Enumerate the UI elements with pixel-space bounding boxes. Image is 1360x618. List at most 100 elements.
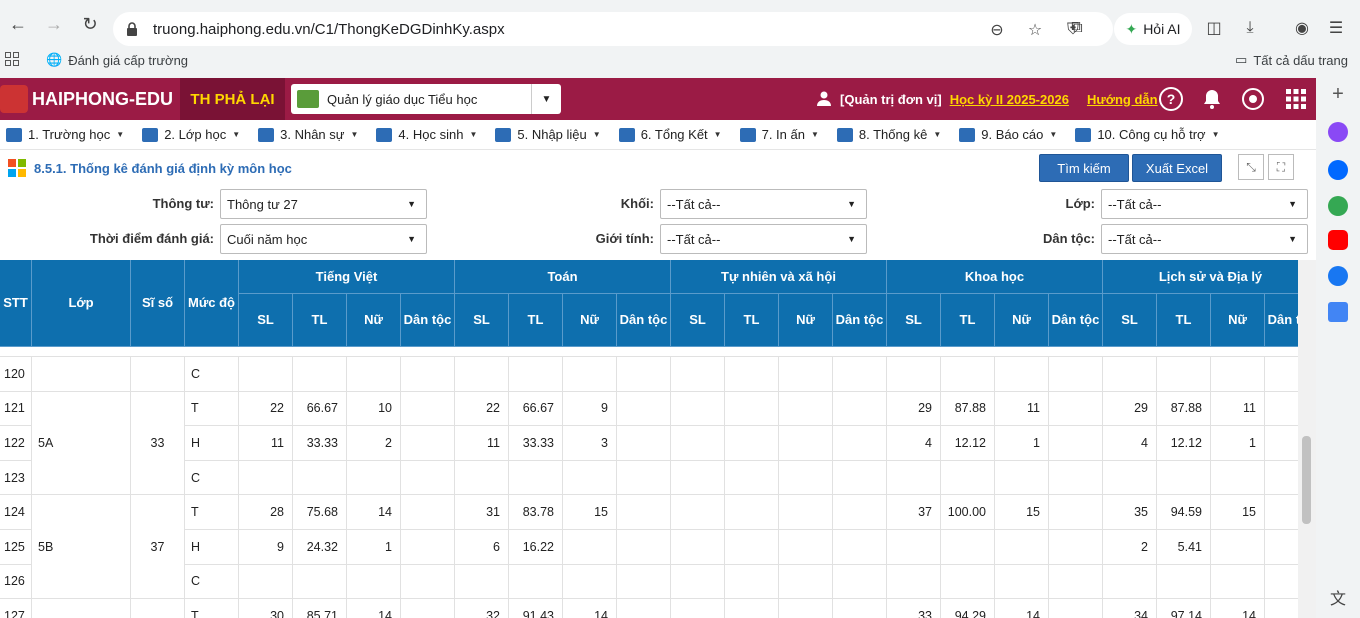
menu-nhan-su[interactable]: 3. Nhân sự ▼ <box>258 127 358 142</box>
chevron-down-icon[interactable]: ▼ <box>531 84 561 114</box>
bookmark-star-icon[interactable]: ☆ <box>1025 20 1045 40</box>
translate-app-icon[interactable] <box>1328 302 1348 322</box>
bell-icon[interactable] <box>1199 86 1225 112</box>
dashboard-icon[interactable] <box>1240 86 1266 112</box>
back-icon[interactable]: ← <box>6 12 30 36</box>
cell-value <box>239 460 293 496</box>
scrollbar-thumb[interactable] <box>1302 436 1311 524</box>
cell-value: 29 <box>1103 391 1157 427</box>
collapse-icon[interactable]: ⤡ <box>1238 154 1264 180</box>
cell-stt: 124 <box>0 495 32 530</box>
menu-thong-ke[interactable]: 8. Thống kê ▼ <box>836 127 941 142</box>
chevron-down-icon: ▼ <box>116 130 125 139</box>
youtube-icon[interactable] <box>1328 230 1348 250</box>
cell-value: 14 <box>1211 599 1265 618</box>
all-bookmarks[interactable]: ▭ Tất cả dấu trang <box>1235 52 1348 68</box>
chart-icon <box>836 127 853 142</box>
bookmark-item[interactable]: 🌐 Đánh giá cấp trường <box>46 52 188 68</box>
header-sub-3: Dân tộc <box>1265 294 1298 347</box>
search-button[interactable]: Tìm kiếm <box>1039 154 1129 182</box>
cell-value <box>401 530 455 565</box>
export-excel-button[interactable]: Xuất Excel <box>1132 154 1222 182</box>
cell-value <box>833 357 887 392</box>
cell-value <box>779 599 833 618</box>
fullscreen-icon[interactable]: ⛶ <box>1268 154 1294 180</box>
cell-lop <box>32 599 131 618</box>
menu-bao-cao[interactable]: 9. Báo cáo ▼ <box>959 127 1057 142</box>
menu-in-an[interactable]: 7. In ấn ▼ <box>739 127 819 142</box>
semester-link[interactable]: Học kỳ II 2025-2026 <box>950 92 1069 107</box>
cell-value <box>293 357 347 392</box>
apps-icon[interactable] <box>5 52 19 66</box>
cell-value <box>1211 530 1265 565</box>
menu-cong-cu[interactable]: 10. Công cụ hỗ trợ ▼ <box>1075 127 1220 142</box>
forward-icon[interactable]: → <box>42 12 66 36</box>
profile-icon[interactable]: ◉ <box>1290 16 1314 40</box>
cell-muc-do: C <box>185 357 239 392</box>
cell-value: 75.68 <box>293 495 347 530</box>
ask-ai-button[interactable]: ✦ Hỏi AI <box>1114 13 1192 45</box>
module-select[interactable]: Quản lý giáo dục Tiểu học ▼ <box>291 84 561 114</box>
cell-value: 66.67 <box>509 391 563 427</box>
cell-value: 2 <box>347 426 401 461</box>
zalo-icon[interactable] <box>1328 160 1348 180</box>
cell-value <box>563 530 617 565</box>
gioi-tinh-select[interactable]: --Tất cả-- ▼ <box>660 224 867 254</box>
split-view-icon[interactable]: ◫ <box>1202 16 1226 40</box>
extensions-icon[interactable]: ⧉ <box>1065 16 1089 40</box>
menu-truong-hoc[interactable]: 1. Trường học ▼ <box>6 127 124 142</box>
table-scrollbar[interactable] <box>1298 260 1316 618</box>
page-title-row: 8.5.1. Thống kê đánh giá định kỳ môn học… <box>0 150 1316 186</box>
facebook-icon[interactable] <box>1328 266 1348 286</box>
thoi-diem-select[interactable]: Cuối năm học ▼ <box>220 224 427 254</box>
header-sub-3: Dân tộc <box>833 294 887 347</box>
cell-value <box>1049 495 1103 530</box>
cell-value <box>347 460 401 496</box>
guide-link[interactable]: Hướng dẫn <box>1087 92 1158 107</box>
cell-value <box>1049 460 1103 496</box>
game-icon[interactable] <box>1328 196 1348 216</box>
menu-tong-ket[interactable]: 6. Tổng Kết ▼ <box>618 127 722 142</box>
menu-lop-hoc[interactable]: 2. Lớp học ▼ <box>142 127 240 142</box>
download-icon[interactable]: ⤓ <box>1238 16 1262 40</box>
cell-value <box>887 460 941 496</box>
reload-icon[interactable]: ↻ <box>78 12 102 36</box>
user-role[interactable]: [Quản trị đơn vị] <box>840 92 942 107</box>
cell-value <box>725 426 779 461</box>
menu-label: 6. Tổng Kết <box>640 127 708 142</box>
khoi-select[interactable]: --Tất cả-- ▼ <box>660 189 867 219</box>
lop-select[interactable]: --Tất cả-- ▼ <box>1101 189 1308 219</box>
cell-value <box>1157 564 1211 600</box>
cell-value <box>617 426 671 461</box>
menu-nhap-lieu[interactable]: 5. Nhập liệu ▼ <box>495 127 601 142</box>
menu-hoc-sinh[interactable]: 4. Học sinh ▼ <box>376 127 477 142</box>
dan-toc-select[interactable]: --Tất cả-- ▼ <box>1101 224 1308 254</box>
translate-icon[interactable]: 文 <box>1328 590 1348 610</box>
add-icon[interactable]: + <box>1328 84 1348 104</box>
cell-value <box>1211 357 1265 392</box>
menu-label: 10. Công cụ hỗ trợ <box>1097 127 1206 142</box>
url-bar[interactable]: truong.haiphong.edu.vn/C1/ThongKeDGDinhK… <box>113 12 1113 46</box>
cell-value <box>833 564 887 600</box>
edit-icon <box>495 127 512 142</box>
apps-grid-icon[interactable] <box>1283 86 1309 112</box>
cell-value <box>671 530 725 565</box>
chevron-down-icon: ▼ <box>592 130 601 139</box>
cell-muc-do: T <box>185 391 239 427</box>
messenger-icon[interactable] <box>1328 122 1348 142</box>
cell-value <box>671 460 725 496</box>
logo-text: HAIPHONG-EDU <box>32 88 174 109</box>
thong-tu-select[interactable]: Thông tư 27 ▼ <box>220 189 427 219</box>
cell-stt: 120 <box>0 357 32 392</box>
cell-value <box>671 357 725 392</box>
header-sub-2: Nữ <box>563 294 617 347</box>
cell-value: 94.59 <box>1157 495 1211 530</box>
help-icon[interactable]: ? <box>1158 86 1184 112</box>
menu-icon[interactable]: ☰ <box>1324 16 1348 40</box>
zoom-out-icon[interactable]: ⊖ <box>987 20 1007 40</box>
logo[interactable]: HAIPHONG-EDU <box>0 78 180 120</box>
cell-value: 11 <box>995 391 1049 427</box>
cell-value <box>671 564 725 600</box>
header-sub-2: Nữ <box>347 294 401 347</box>
page-title: 8.5.1. Thống kê đánh giá định kỳ môn học <box>8 159 292 177</box>
